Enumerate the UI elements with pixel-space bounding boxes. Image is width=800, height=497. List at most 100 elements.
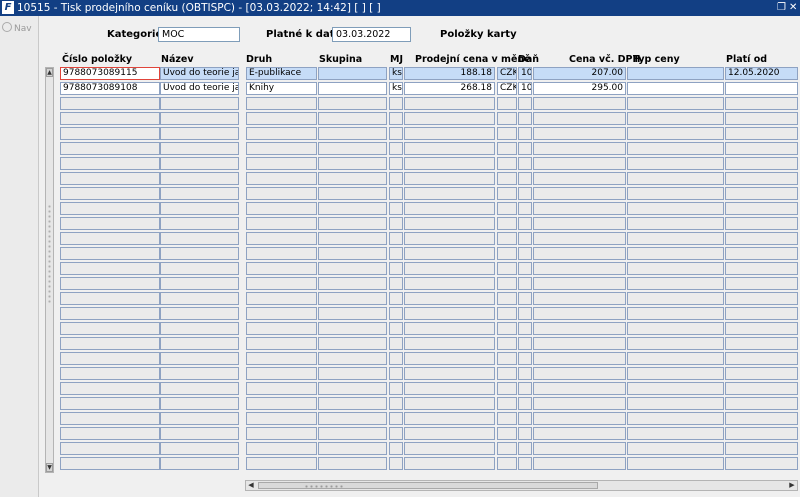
cell-currency[interactable] [497,97,517,110]
cell-group[interactable] [318,67,387,80]
cell-kind[interactable] [246,112,317,125]
cell-group[interactable] [318,352,387,365]
cell-currency[interactable]: CZK [497,67,517,80]
cell-valid-from[interactable] [725,82,798,95]
cell-price-vat[interactable] [533,427,626,440]
cell-price[interactable] [404,352,495,365]
cell-tax[interactable] [518,142,532,155]
scroll-grip[interactable] [47,204,52,304]
cell-price[interactable] [404,382,495,395]
cell-name[interactable] [160,457,239,470]
cell-number[interactable] [60,217,160,230]
cell-group[interactable] [318,367,387,380]
cell-number[interactable] [60,277,160,290]
cell-valid-from[interactable] [725,412,798,425]
horizontal-scrollbar[interactable]: ◀ ▶ [245,480,798,491]
cell-price[interactable] [404,112,495,125]
cell-group[interactable] [318,322,387,335]
cell-number[interactable] [60,322,160,335]
cell-tax[interactable] [518,112,532,125]
cell-tax[interactable] [518,352,532,365]
cell-valid-from[interactable] [725,322,798,335]
cell-valid-from[interactable] [725,217,798,230]
cell-price-type[interactable] [627,457,724,470]
cell-price-type[interactable] [627,292,724,305]
cell-kind[interactable] [246,397,317,410]
cell-number[interactable] [60,247,160,260]
cell-valid-from[interactable] [725,127,798,140]
cell-valid-from[interactable] [725,247,798,260]
cell-valid-from[interactable] [725,97,798,110]
cell-name[interactable] [160,232,239,245]
cell-price-type[interactable] [627,352,724,365]
cell-name[interactable] [160,292,239,305]
cell-price[interactable] [404,202,495,215]
cell-unit[interactable] [389,142,403,155]
cell-number[interactable] [60,202,160,215]
cell-tax[interactable] [518,397,532,410]
cell-kind[interactable]: Knihy [246,82,317,95]
cell-price-type[interactable] [627,142,724,155]
cell-number[interactable] [60,307,160,320]
cell-price[interactable] [404,322,495,335]
cell-valid-from[interactable] [725,427,798,440]
cell-currency[interactable] [497,442,517,455]
cell-currency[interactable] [497,352,517,365]
cell-currency[interactable] [497,217,517,230]
cell-price[interactable] [404,187,495,200]
cell-kind[interactable] [246,247,317,260]
cell-price-vat[interactable] [533,277,626,290]
cell-price-vat[interactable] [533,382,626,395]
cell-number[interactable]: 9788073089108 [60,82,160,95]
cell-price-type[interactable] [627,367,724,380]
cell-price-vat[interactable] [533,412,626,425]
cell-price[interactable] [404,157,495,170]
cell-tax[interactable]: 10 [518,82,532,95]
cell-price-vat[interactable] [533,157,626,170]
cell-tax[interactable] [518,232,532,245]
cell-currency[interactable] [497,322,517,335]
cell-group[interactable] [318,82,387,95]
cell-unit[interactable] [389,367,403,380]
cell-price[interactable] [404,142,495,155]
cell-currency[interactable] [497,247,517,260]
cell-name[interactable] [160,247,239,260]
cell-number[interactable] [60,442,160,455]
vertical-scrollbar[interactable]: ▲ ▼ [45,67,54,473]
cell-price-vat[interactable] [533,367,626,380]
cell-number[interactable] [60,157,160,170]
cell-price-type[interactable] [627,412,724,425]
cell-tax[interactable] [518,157,532,170]
cell-number[interactable] [60,337,160,350]
cell-price-type[interactable] [627,202,724,215]
cell-price[interactable] [404,442,495,455]
cell-name[interactable] [160,202,239,215]
cell-price-type[interactable] [627,112,724,125]
cell-kind[interactable] [246,457,317,470]
cell-valid-from[interactable] [725,172,798,185]
cell-number[interactable] [60,292,160,305]
cell-price-type[interactable] [627,127,724,140]
cell-tax[interactable] [518,97,532,110]
cell-name[interactable]: Úvod do teorie jazy [160,82,239,95]
cell-kind[interactable] [246,427,317,440]
cell-tax[interactable] [518,337,532,350]
cell-currency[interactable] [497,262,517,275]
cell-price-type[interactable] [627,67,724,80]
cell-name[interactable] [160,442,239,455]
cell-group[interactable] [318,442,387,455]
cell-price-type[interactable] [627,217,724,230]
cell-kind[interactable] [246,142,317,155]
cell-number[interactable] [60,262,160,275]
cell-currency[interactable] [497,307,517,320]
cell-price[interactable] [404,337,495,350]
cell-tax[interactable] [518,367,532,380]
cell-unit[interactable] [389,157,403,170]
cell-valid-from[interactable] [725,307,798,320]
cell-valid-from[interactable] [725,277,798,290]
cell-price-type[interactable] [627,427,724,440]
cell-price-vat[interactable] [533,442,626,455]
cell-price[interactable] [404,457,495,470]
cell-number[interactable] [60,427,160,440]
cell-name[interactable] [160,172,239,185]
